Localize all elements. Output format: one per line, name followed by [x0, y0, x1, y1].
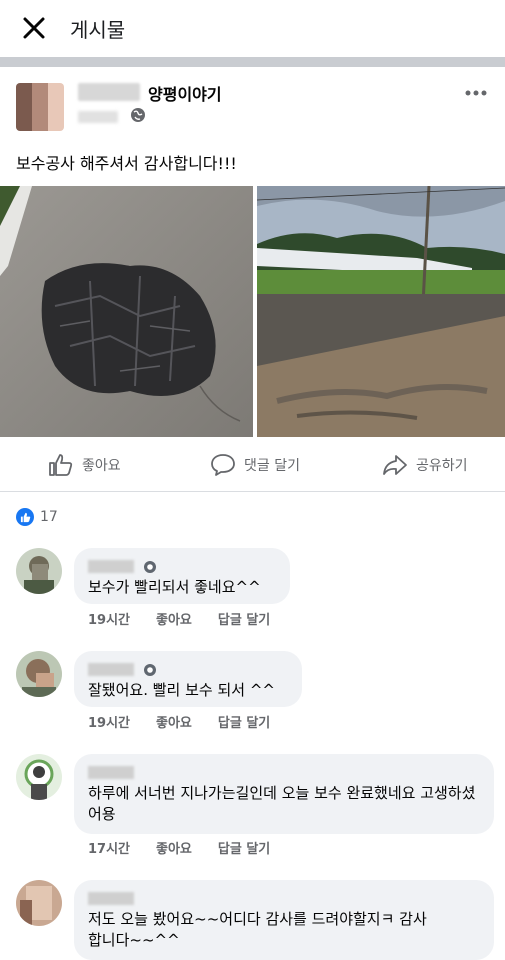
author-name-redacted[interactable] [78, 83, 140, 101]
post-photo-pothole[interactable] [0, 186, 253, 437]
like-label: 좋아요 [82, 458, 121, 474]
commenter-avatar[interactable] [16, 880, 62, 926]
comment-text: 보수가 빨리되서 좋네요^^ [88, 578, 261, 596]
reaction-count: 17 [40, 509, 58, 525]
comment-bubble[interactable]: 보수가 빨리되서 좋네요^^ [74, 548, 290, 604]
more-options-icon[interactable] [464, 89, 488, 97]
comment-reply-button[interactable]: 답글 달기 [218, 609, 270, 628]
commenter-avatar[interactable] [16, 754, 62, 800]
comment-bubble[interactable]: 저도 오늘 봤어요~~어디다 감사를 드려야할지ㅋ 감사합니다~~^^ [74, 880, 494, 960]
share-button[interactable]: 공유하기 [382, 440, 468, 490]
commenter-name-redacted[interactable] [88, 892, 134, 905]
post-header: 양평이야기 [0, 67, 505, 137]
like-button[interactable]: 좋아요 [48, 440, 121, 490]
comment-bubble[interactable]: 하루에 서너번 지나가는길인데 오늘 보수 완료했네요 고생하셨어용 [74, 754, 494, 834]
comment-button[interactable]: 댓글 달기 [210, 440, 300, 490]
comment-like-button[interactable]: 좋아요 [156, 609, 192, 628]
comment-bubble[interactable]: 잘됐어요. 빨리 보수 되서 ^^ [74, 651, 302, 707]
share-icon [383, 455, 407, 475]
comment-meta: 19시간 좋아요 답글 달기 [88, 712, 270, 731]
post-text: 보수공사 해주셔서 감사합니다!!! [16, 154, 237, 173]
close-icon[interactable] [22, 16, 46, 40]
top-fan-badge-icon [144, 663, 157, 676]
comment-time: 17시간 [88, 842, 131, 857]
page-avatar[interactable] [16, 83, 64, 131]
comment-like-button[interactable]: 좋아요 [156, 838, 192, 857]
share-label: 공유하기 [416, 458, 468, 474]
comment-meta: 17시간 좋아요 답글 달기 [88, 838, 270, 857]
like-reaction-icon [16, 508, 34, 526]
commenter-name-redacted[interactable] [88, 663, 134, 676]
globe-icon [131, 108, 145, 122]
top-fan-badge-icon [144, 560, 157, 573]
commenter-name-redacted[interactable] [88, 560, 134, 573]
post-action-bar: 좋아요 댓글 달기 공유하기 [0, 440, 505, 490]
comment-text: 저도 오늘 봤어요~~어디다 감사를 드려야할지ㅋ 감사합니다~~^^ [88, 910, 427, 949]
comment-time: 19시간 [88, 613, 131, 628]
commenter-avatar[interactable] [16, 548, 62, 594]
post-photo-road[interactable] [257, 186, 505, 437]
comment-text: 잘됐어요. 빨리 보수 되서 ^^ [88, 681, 275, 699]
group-name[interactable]: 양평이야기 [148, 81, 222, 105]
reaction-summary[interactable]: 17 [16, 508, 58, 526]
comment-time: 19시간 [88, 716, 131, 731]
thumbs-up-icon [49, 454, 73, 476]
comment-label: 댓글 달기 [244, 458, 300, 474]
comment-reply-button[interactable]: 답글 달기 [218, 712, 270, 731]
page-title: 게시물 [70, 18, 126, 42]
comment-meta: 19시간 좋아요 답글 달기 [88, 609, 270, 628]
comment-like-button[interactable]: 좋아요 [156, 712, 192, 731]
post-time-redacted [78, 111, 118, 123]
commenter-avatar[interactable] [16, 651, 62, 697]
divider [0, 491, 505, 492]
comment-icon [211, 454, 235, 476]
top-bar: 게시물 [0, 0, 505, 56]
comment-reply-button[interactable]: 답글 달기 [218, 838, 270, 857]
divider [0, 57, 505, 67]
comment-text: 하루에 서너번 지나가는길인데 오늘 보수 완료했네요 고생하셨어용 [88, 784, 476, 823]
commenter-name-redacted[interactable] [88, 766, 134, 779]
